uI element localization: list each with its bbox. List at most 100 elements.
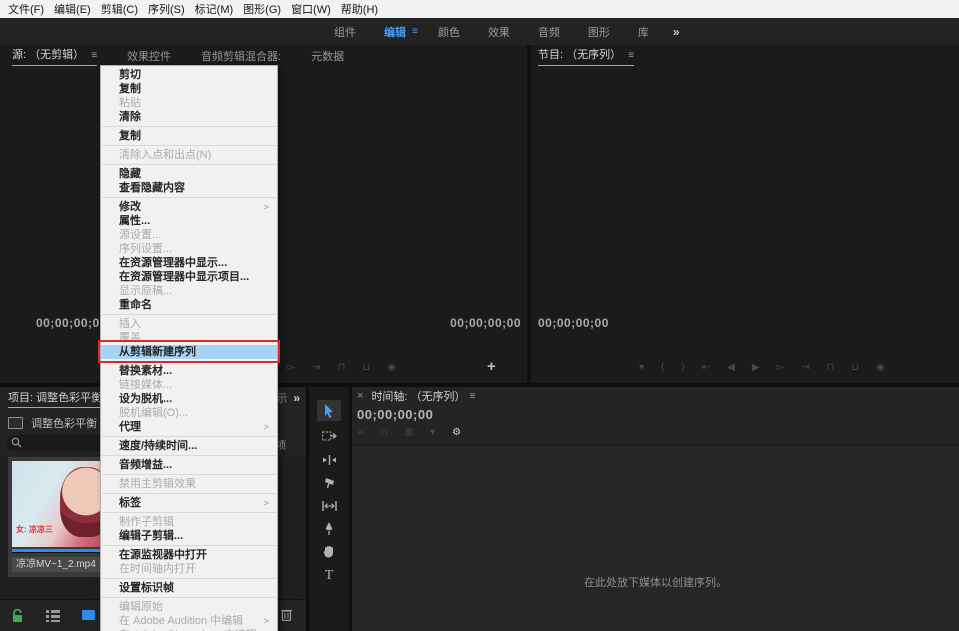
- menu-item-audio-gain[interactable]: 音频增益...: [101, 458, 277, 472]
- menu-item-clear[interactable]: 清除: [101, 110, 277, 124]
- menu-item-properties[interactable]: 属性...: [101, 214, 277, 228]
- timeline-settings-icon[interactable]: ⚙: [452, 427, 461, 438]
- menu-item-show-original[interactable]: 显示原稿...: [101, 284, 277, 298]
- menu-item-reveal-project-in-explorer[interactable]: 在资源管理器中显示项目...: [101, 270, 277, 284]
- step-forward-icon[interactable]: ▻: [777, 362, 785, 373]
- menu-window[interactable]: 窗口(W): [286, 1, 336, 17]
- hand-tool[interactable]: [317, 541, 341, 562]
- tab-effect-controls[interactable]: 效果控件: [127, 48, 171, 64]
- menu-item-open-in-source-monitor[interactable]: 在源监视器中打开: [101, 548, 277, 562]
- workspace-tab-audio[interactable]: 音频: [524, 24, 574, 40]
- menu-item-disable-masterclip-effects[interactable]: 禁用主剪辑效果: [101, 477, 277, 491]
- mark-in-icon[interactable]: {: [661, 362, 664, 373]
- menu-item-view-hidden[interactable]: 查看隐藏内容: [101, 181, 277, 195]
- menu-item-proxy[interactable]: 代理>: [101, 420, 277, 434]
- workspace-tab-menu-icon[interactable]: ≡: [412, 26, 418, 37]
- razor-tool[interactable]: [317, 472, 341, 493]
- timeline-drop-area[interactable]: 在此处放下媒体以创建序列。: [352, 445, 959, 631]
- menu-marker[interactable]: 标记(M): [190, 1, 239, 17]
- icon-view-button[interactable]: [82, 610, 96, 621]
- mark-out-icon[interactable]: }: [681, 362, 684, 373]
- menu-edit[interactable]: 编辑(E): [49, 1, 96, 17]
- selection-tool[interactable]: [317, 400, 341, 421]
- play-icon[interactable]: ▶: [752, 362, 760, 373]
- menu-clip[interactable]: 剪辑(C): [96, 1, 143, 17]
- tab-project[interactable]: 项目: 调整色彩平衡: [8, 389, 102, 408]
- marker-icon[interactable]: ▾: [430, 427, 435, 438]
- pen-tool[interactable]: [317, 518, 341, 539]
- lift-icon[interactable]: ⊓: [827, 362, 835, 373]
- ripple-edit-tool[interactable]: [317, 449, 341, 470]
- export-frame-icon[interactable]: ◉: [387, 362, 396, 373]
- workspace-tab-graphics[interactable]: 图形: [574, 24, 624, 40]
- track-select-forward-tool[interactable]: [317, 425, 341, 446]
- menu-item-edit-subclip[interactable]: 编辑子剪辑...: [101, 529, 277, 543]
- list-view-button[interactable]: [46, 610, 60, 622]
- menu-item-make-subclip[interactable]: 制作子剪辑: [101, 515, 277, 529]
- menu-separator: [102, 314, 276, 315]
- tab-program[interactable]: 节目: （无序列） ≡: [538, 46, 634, 66]
- menu-item-open-in-timeline[interactable]: 在时间轴内打开: [101, 562, 277, 576]
- menu-item-offline-edit[interactable]: 脱机编辑(O)...: [101, 406, 277, 420]
- menu-item-set-poster-frame[interactable]: 设置标识帧: [101, 581, 277, 595]
- menu-help[interactable]: 帮助(H): [336, 1, 383, 17]
- panel-overflow-icon[interactable]: »: [293, 391, 300, 405]
- nested-sequence-icon[interactable]: ⊞: [405, 427, 413, 438]
- step-forward-icon[interactable]: ▻: [288, 362, 296, 373]
- menu-file[interactable]: 文件(F): [3, 1, 49, 17]
- linked-selection-icon[interactable]: ∩: [381, 427, 388, 438]
- workspace-tab-color[interactable]: 颜色: [424, 24, 474, 40]
- type-tool[interactable]: T: [317, 565, 341, 586]
- menu-item-rename[interactable]: 重命名: [101, 298, 277, 312]
- insert-icon[interactable]: ⊓: [338, 362, 346, 373]
- menu-item-reveal-in-explorer[interactable]: 在资源管理器中显示...: [101, 256, 277, 270]
- menu-item-edit-original[interactable]: 编辑原始: [101, 600, 277, 614]
- menu-item-speed-duration[interactable]: 速度/持续时间...: [101, 439, 277, 453]
- menu-item-replace-footage[interactable]: 替换素材...: [101, 364, 277, 378]
- menu-item-modify[interactable]: 修改>: [101, 200, 277, 214]
- go-to-out-icon[interactable]: ⇥: [801, 362, 809, 373]
- tab-audio-clip-mixer[interactable]: 音频剪辑混合器:: [201, 48, 281, 64]
- tab-metadata[interactable]: 元数据: [311, 48, 344, 64]
- step-back-icon[interactable]: ◀: [727, 362, 735, 373]
- tab-timeline[interactable]: 时间轴: （无序列）: [371, 388, 465, 404]
- menu-item-make-offline[interactable]: 设为脱机...: [101, 392, 277, 406]
- menu-graphics[interactable]: 图形(G): [238, 1, 286, 17]
- panel-menu-icon[interactable]: ≡: [91, 50, 97, 61]
- menu-item-edit-in-audition[interactable]: 在 Adobe Audition 中编辑>: [101, 614, 277, 628]
- workspace-overflow-icon[interactable]: »: [663, 25, 690, 39]
- menu-sequence[interactable]: 序列(S): [143, 1, 190, 17]
- menu-item-link-media[interactable]: 链接媒体...: [101, 378, 277, 392]
- close-icon[interactable]: ×: [357, 390, 363, 402]
- menu-item-paste[interactable]: 粘贴: [101, 96, 277, 110]
- workspace-tab-assembly[interactable]: 组件: [320, 24, 370, 40]
- workspace-tab-libraries[interactable]: 库: [624, 24, 663, 40]
- menu-item-insert[interactable]: 插入: [101, 317, 277, 331]
- go-to-in-icon[interactable]: ⇤: [702, 362, 710, 373]
- tab-source[interactable]: 源: （无剪辑） ≡: [12, 46, 97, 66]
- menu-item-overwrite[interactable]: 覆盖: [101, 331, 277, 345]
- extract-icon[interactable]: ⊔: [851, 362, 859, 373]
- project-writable-icon[interactable]: [12, 609, 24, 623]
- delete-button[interactable]: [281, 608, 292, 621]
- go-to-out-icon[interactable]: ⇥: [312, 362, 320, 373]
- menu-item-new-sequence-from-clip[interactable]: 从剪辑新建序列: [101, 345, 277, 359]
- menu-item-source-settings[interactable]: 源设置...: [101, 228, 277, 242]
- slip-tool[interactable]: [317, 495, 341, 516]
- project-name[interactable]: 调整色彩平衡: [31, 415, 97, 431]
- menu-item-copy[interactable]: 复制: [101, 82, 277, 96]
- menu-item-sequence-settings[interactable]: 序列设置...: [101, 242, 277, 256]
- snap-icon[interactable]: ≈: [358, 427, 364, 438]
- button-editor-icon[interactable]: +: [487, 358, 496, 375]
- menu-item-cut[interactable]: 剪切: [101, 68, 277, 82]
- export-frame-icon[interactable]: ◉: [876, 362, 885, 373]
- panel-menu-icon[interactable]: ≡: [470, 391, 476, 402]
- panel-menu-icon[interactable]: ≡: [628, 50, 634, 61]
- menu-item-label[interactable]: 标签>: [101, 496, 277, 510]
- marker-icon[interactable]: ▾: [639, 362, 644, 373]
- menu-item-duplicate[interactable]: 复制: [101, 129, 277, 143]
- menu-item-clear-in-out[interactable]: 清除入点和出点(N): [101, 148, 277, 162]
- workspace-tab-effects[interactable]: 效果: [474, 24, 524, 40]
- menu-item-hide[interactable]: 隐藏: [101, 167, 277, 181]
- overwrite-icon[interactable]: ⊔: [362, 362, 370, 373]
